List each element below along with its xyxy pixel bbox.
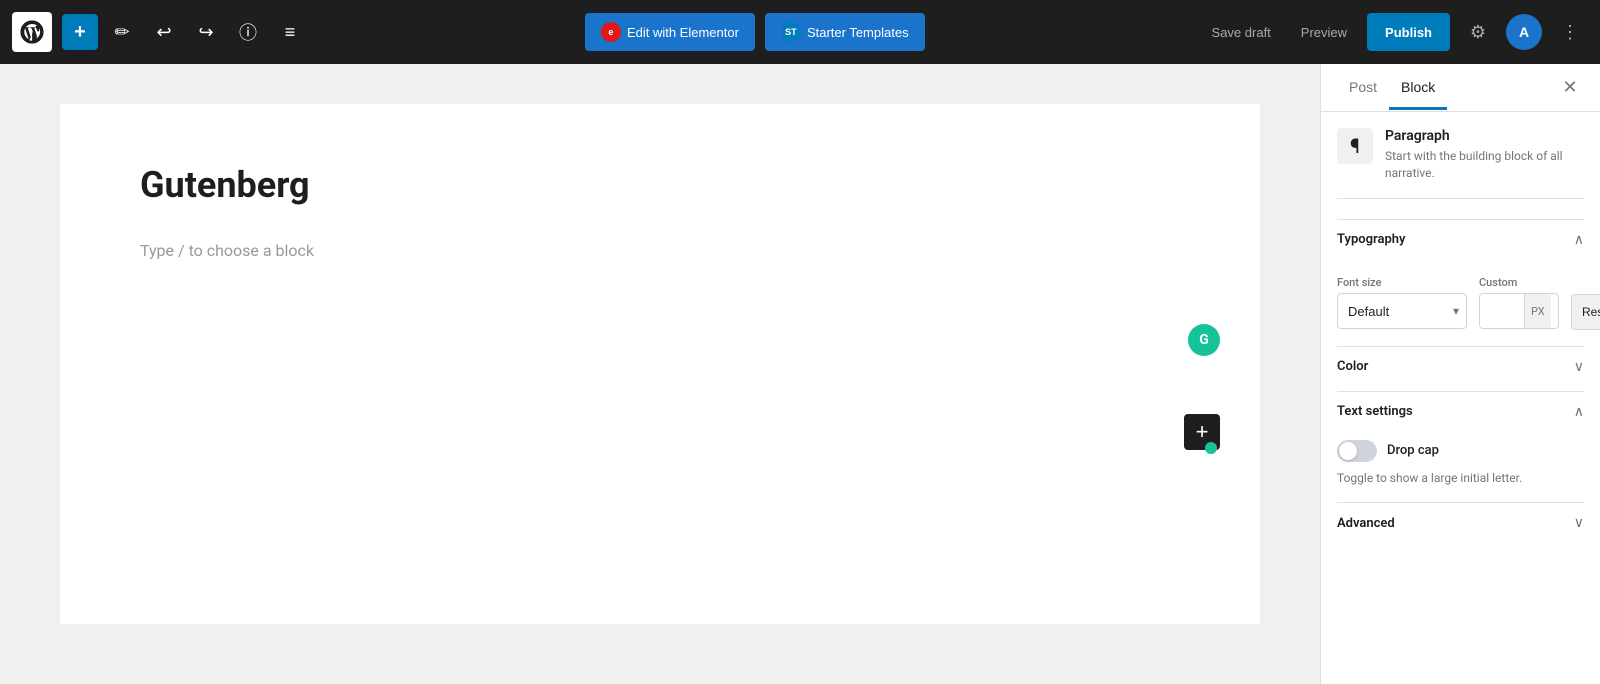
advanced-section-header[interactable]: Advanced ∨ [1337,502,1584,543]
publish-button[interactable]: Publish [1367,13,1450,51]
block-placeholder[interactable]: Type / to choose a block [140,230,1180,270]
font-size-select-wrap: Default Small Medium Large X-Large ▾ [1337,293,1467,329]
font-size-label: Font size [1337,276,1467,289]
color-chevron-icon: ∨ [1574,359,1584,375]
text-settings-section: Drop cap Toggle to show a large initial … [1337,432,1584,499]
grammarly-icon[interactable]: G [1188,324,1220,356]
color-section-header[interactable]: Color ∨ [1337,346,1584,387]
toolbar-right: Save draft Preview Publish ⚙ A ⋮ [1202,13,1588,51]
sidebar-content: ¶ Paragraph Start with the building bloc… [1321,112,1600,684]
pencil-icon: ✏ [114,22,129,43]
drop-cap-toggle[interactable] [1337,440,1377,462]
font-size-col: Font size Default Small Medium Large X-L… [1337,276,1467,329]
block-info-text: Paragraph Start with the building block … [1385,128,1584,182]
block-description: Start with the building block of all nar… [1385,148,1584,182]
gear-icon: ⚙ [1470,22,1486,43]
px-label: PX [1524,294,1551,328]
plus-icon: + [74,21,86,44]
placeholder-text: Type / to choose a block [140,241,314,260]
drop-cap-row: Drop cap [1337,440,1584,462]
undo-button[interactable]: ↩ [146,14,182,50]
preview-button[interactable]: Preview [1291,19,1357,46]
paragraph-block-icon: ¶ [1337,128,1373,164]
drop-cap-description: Toggle to show a large initial letter. [1337,470,1584,487]
redo-button[interactable]: ↪ [188,14,224,50]
toolbar: + ✏ ↩ ↪ ⓘ ≡ e Edit with Elementor [0,0,1600,64]
close-sidebar-button[interactable]: ✕ [1556,74,1584,102]
toolbar-left: + ✏ ↩ ↪ ⓘ ≡ [12,12,308,52]
drop-cap-label: Drop cap [1387,443,1439,458]
font-size-select[interactable]: Default Small Medium Large X-Large [1337,293,1467,329]
main-area: Gutenberg Type / to choose a block G + P… [0,64,1600,684]
info-button[interactable]: ⓘ [230,14,266,50]
redo-icon: ↪ [198,22,213,43]
wp-logo-button[interactable] [12,12,52,52]
tab-post[interactable]: Post [1337,67,1389,110]
list-view-button[interactable]: ≡ [272,14,308,50]
advanced-chevron-icon: ∨ [1574,515,1584,531]
reset-button[interactable]: Reset [1571,294,1600,330]
font-size-row: Font size Default Small Medium Large X-L… [1337,276,1584,330]
custom-font-size-input[interactable] [1480,298,1524,325]
custom-col: Custom PX [1479,276,1559,329]
typography-section-header[interactable]: Typography ∧ [1337,219,1584,260]
starter-templates-icon: ST [781,22,801,42]
edit-elementor-button[interactable]: e Edit with Elementor [585,13,755,51]
text-settings-label: Text settings [1337,404,1413,419]
edit-elementor-label: Edit with Elementor [627,25,739,40]
typography-chevron-icon: ∧ [1574,232,1584,248]
text-settings-chevron-icon: ∧ [1574,404,1584,420]
block-name: Paragraph [1385,128,1584,144]
sidebar-tabs: Post Block ✕ [1321,64,1600,112]
dot-indicator [1205,442,1217,454]
save-draft-button[interactable]: Save draft [1202,19,1281,46]
typography-section: Font size Default Small Medium Large X-L… [1337,260,1584,342]
undo-icon: ↩ [156,22,171,43]
canvas-inner: Gutenberg Type / to choose a block G + [60,104,1260,624]
close-icon: ✕ [1562,77,1577,98]
editor-canvas: Gutenberg Type / to choose a block G + [0,64,1320,684]
advanced-label: Advanced [1337,516,1395,531]
typography-label: Typography [1337,232,1406,247]
more-icon: ⋮ [1561,22,1579,43]
post-title[interactable]: Gutenberg [140,164,1180,206]
custom-label: Custom [1479,276,1559,289]
starter-templates-button[interactable]: ST Starter Templates [765,13,925,51]
avatar-button[interactable]: A [1506,14,1542,50]
tab-block[interactable]: Block [1389,67,1447,110]
info-icon: ⓘ [239,19,257,45]
custom-input-wrap: PX [1479,293,1559,329]
block-info: ¶ Paragraph Start with the building bloc… [1337,128,1584,199]
color-label: Color [1337,359,1368,374]
settings-button[interactable]: ⚙ [1460,14,1496,50]
text-settings-section-header[interactable]: Text settings ∧ [1337,391,1584,432]
elementor-icon: e [601,22,621,42]
starter-templates-label: Starter Templates [807,25,909,40]
more-options-button[interactable]: ⋮ [1552,14,1588,50]
edit-icon-button[interactable]: ✏ [104,14,140,50]
reset-col: Reset [1571,294,1600,330]
toolbar-center: e Edit with Elementor ST Starter Templat… [316,13,1194,51]
right-sidebar: Post Block ✕ ¶ Paragraph Start with the … [1320,64,1600,684]
list-icon: ≡ [285,22,296,43]
add-block-button[interactable]: + [62,14,98,50]
